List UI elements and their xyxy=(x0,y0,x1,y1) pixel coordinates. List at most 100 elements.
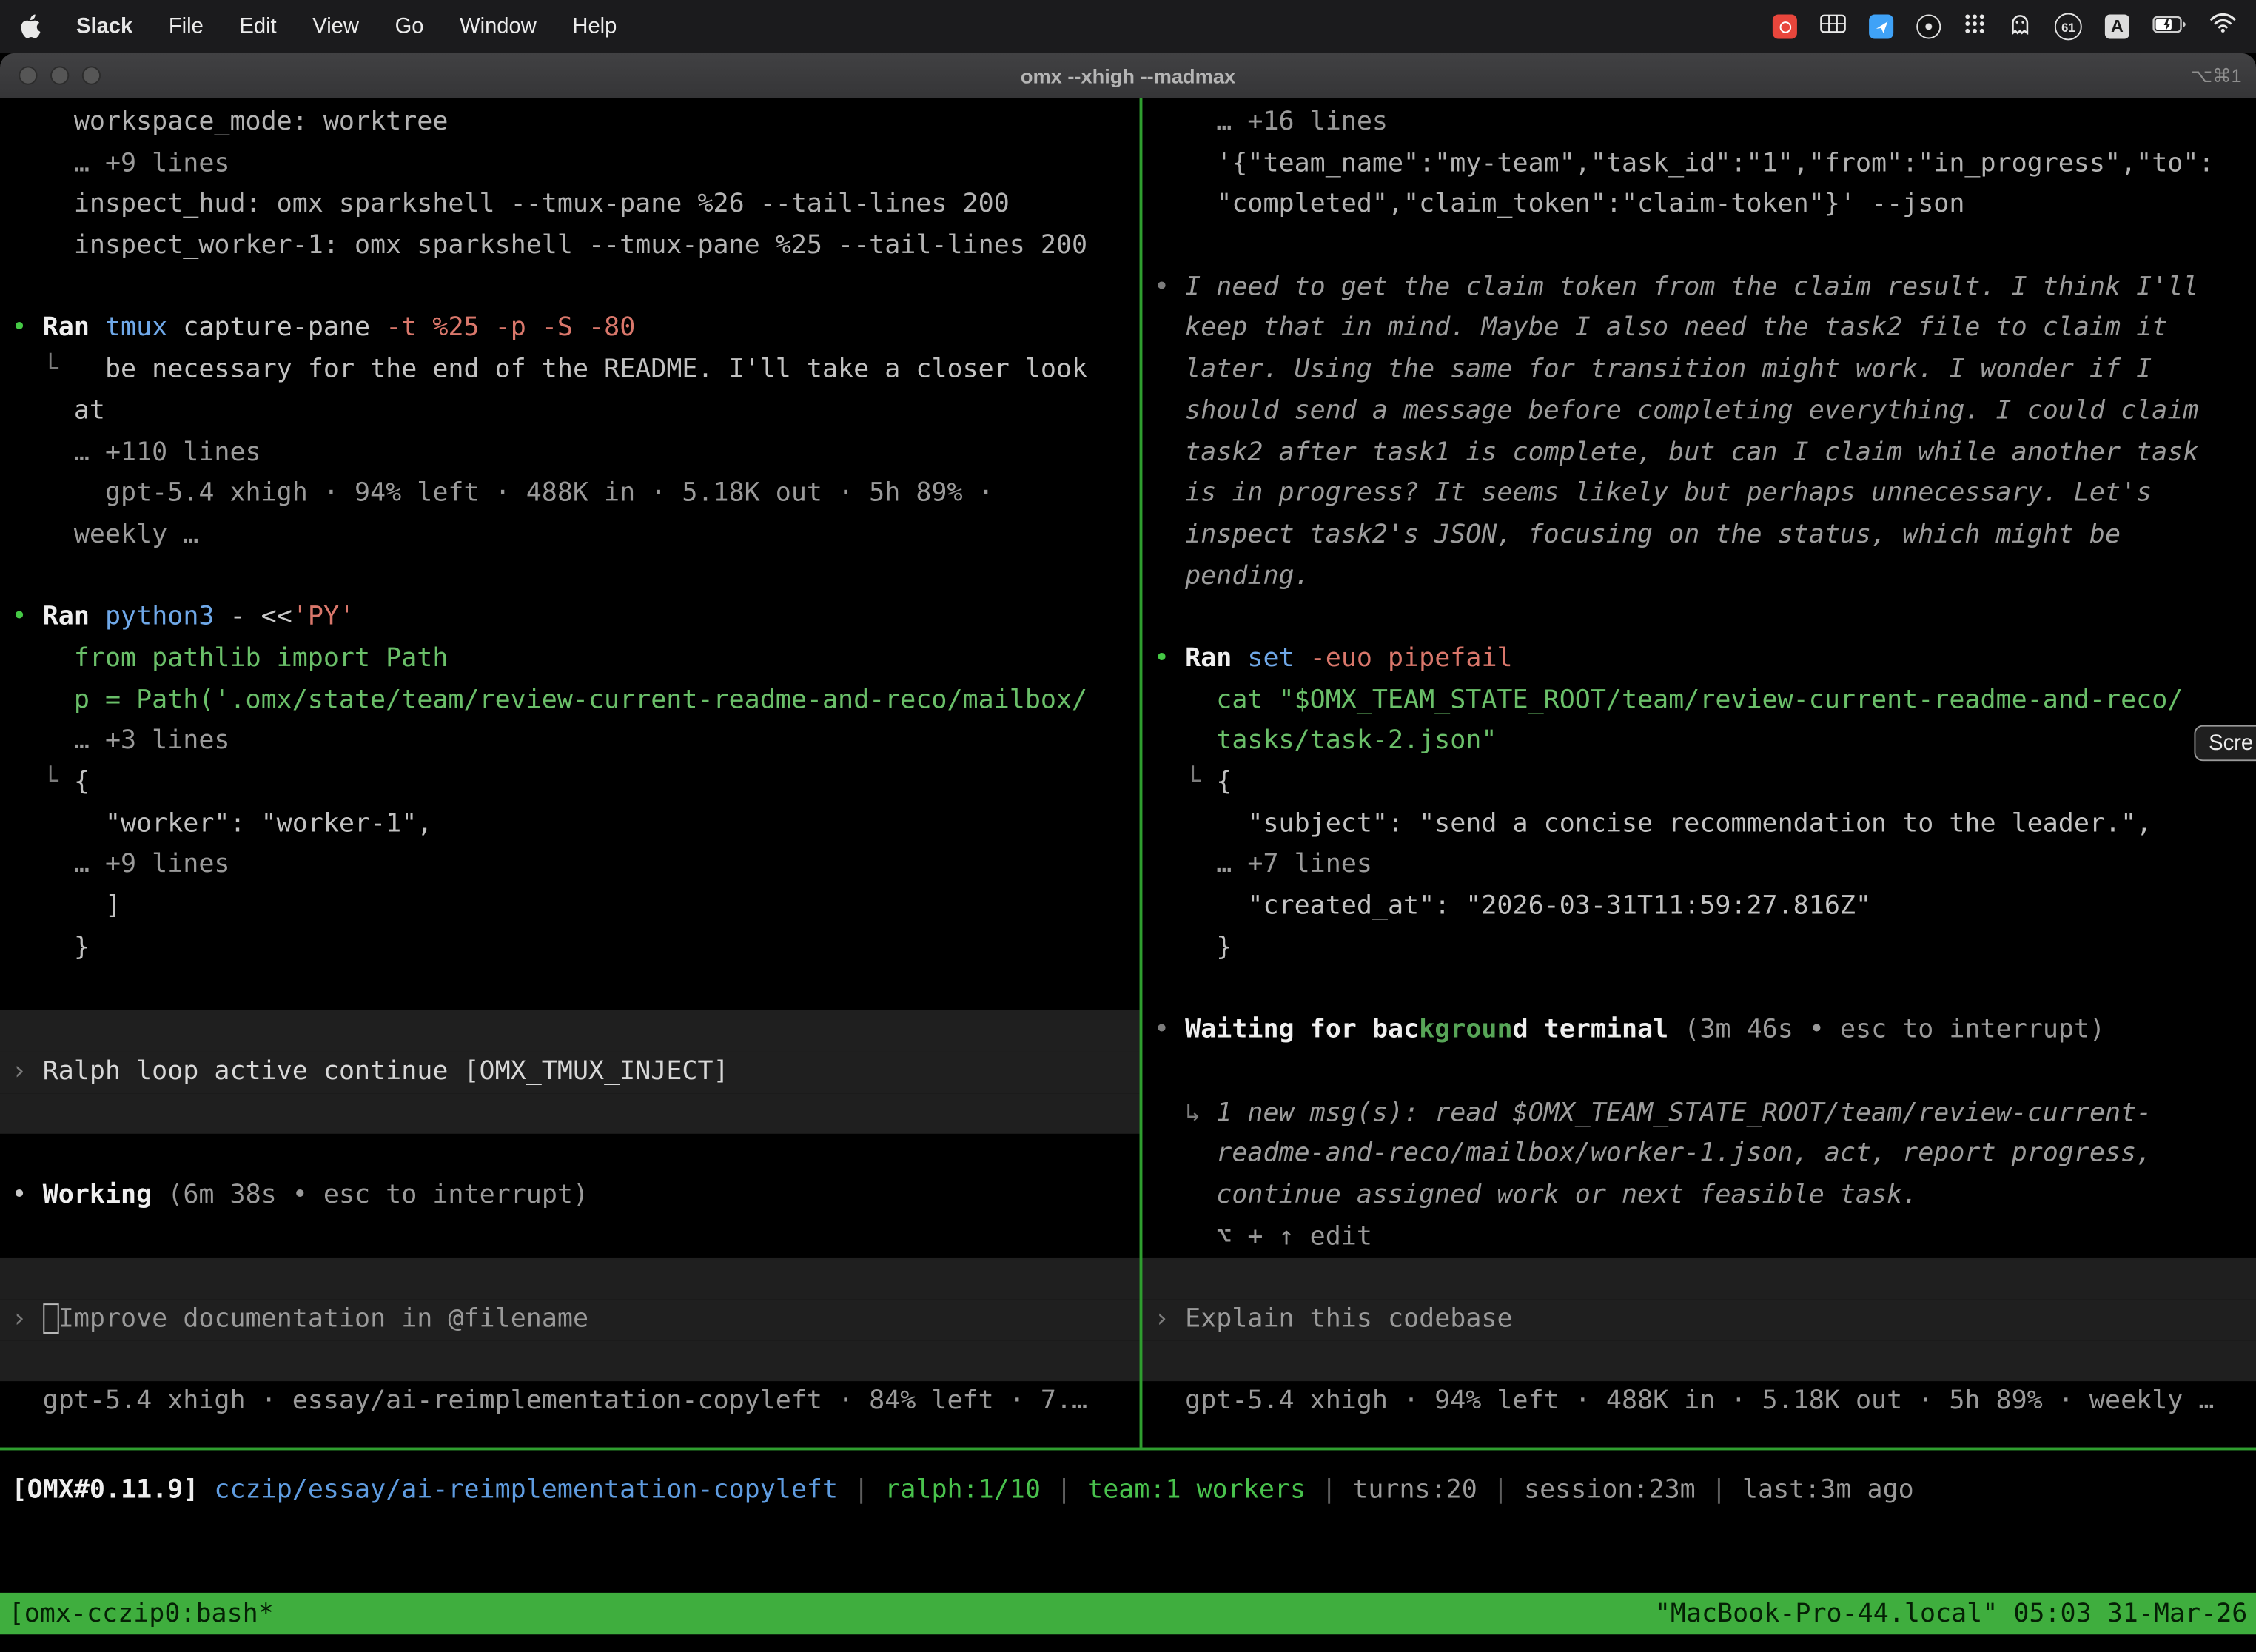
window-shortcut-badge: ⌥⌘1 xyxy=(2191,53,2241,98)
terminal-line: continue assigned work or next feasible … xyxy=(1142,1175,2256,1217)
menu-help[interactable]: Help xyxy=(572,14,617,38)
terminal-line: cat "$OMX_TEAM_STATE_ROOT/team/review-cu… xyxy=(1142,680,2256,722)
terminal-line: gpt-5.4 xhigh · 94% left · 488K in · 5.1… xyxy=(0,474,1140,515)
terminal-line xyxy=(0,1217,1140,1258)
terminal-line: p = Path('.omx/state/team/review-current… xyxy=(0,680,1140,722)
terminal-line: from pathlib import Path xyxy=(0,639,1140,680)
menu-file[interactable]: File xyxy=(169,14,204,38)
tmux-vertical-pane-divider[interactable] xyxy=(1140,98,1143,1447)
terminal-line: ⌥ + ↑ edit xyxy=(1142,1217,2256,1258)
terminal-line: • Ran tmux capture-pane -t %25 -p -S -80 xyxy=(0,309,1140,350)
terminal-line xyxy=(0,969,1140,1010)
terminal-line: • I need to get the claim token from the… xyxy=(1142,267,2256,309)
terminal-line: … +3 lines xyxy=(0,721,1140,762)
terminal-line xyxy=(0,1258,1140,1299)
terminal-line xyxy=(1142,226,2256,267)
battery-percentage-icon[interactable]: 61 xyxy=(2055,13,2082,40)
ghost-icon[interactable] xyxy=(2009,12,2032,42)
traffic-lights xyxy=(19,66,101,84)
blue-app-icon[interactable] xyxy=(1869,14,1893,38)
wifi-icon[interactable] xyxy=(2210,13,2236,40)
terminal-line: "worker": "worker-1", xyxy=(0,804,1140,845)
menu-bar: Slack File Edit View Go Window Help 61 xyxy=(0,0,2256,53)
screen: Slack File Edit View Go Window Help 61 xyxy=(0,0,2256,1652)
terminal-line xyxy=(1142,969,2256,1010)
terminal-line: readme-and-reco/mailbox/worker-1.json, a… xyxy=(1142,1134,2256,1175)
terminal-line: └ be necessary for the end of the README… xyxy=(0,350,1140,392)
terminal-line xyxy=(0,556,1140,597)
terminal-line: ] xyxy=(0,887,1140,928)
terminal-line: later. Using the same for transition mig… xyxy=(1142,350,2256,392)
terminal-line: gpt-5.4 xhigh · 94% left · 488K in · 5.1… xyxy=(1142,1382,2256,1423)
left-composer-row[interactable]: › Ralph loop active continue [OMX_TMUX_I… xyxy=(0,1052,1140,1093)
disc-icon[interactable] xyxy=(1916,14,1941,38)
tmux-pane-left[interactable]: workspace_mode: worktree … +9 lines insp… xyxy=(0,98,1140,1447)
terminal-line: keep that in mind. Maybe I also need the… xyxy=(1142,309,2256,350)
tmux-pane-right[interactable]: … +16 lines '{"team_name":"my-team","tas… xyxy=(1142,98,2256,1447)
terminal-line: weekly … xyxy=(0,515,1140,557)
screen-recording-icon[interactable] xyxy=(1773,14,1797,38)
terminal-line xyxy=(0,1134,1140,1175)
terminal-line: • Ran set -euo pipefail xyxy=(1142,639,2256,680)
tmux-horizontal-pane-divider[interactable] xyxy=(0,1448,2256,1451)
terminal-line xyxy=(1142,597,2256,639)
terminal-line: inspect_hud: omx sparkshell --tmux-pane … xyxy=(0,185,1140,226)
terminal-line xyxy=(0,1092,1140,1134)
terminal-line xyxy=(0,1010,1140,1052)
tmux-host-clock: "MacBook-Pro-44.local" 05:03 31-Mar-26 xyxy=(1655,1599,2248,1629)
terminal-line: "completed","claim_token":"claim-token"}… xyxy=(1142,185,2256,226)
tmux-session-window: [omx-cczip0:bash* xyxy=(9,1599,274,1629)
menu-edit[interactable]: Edit xyxy=(239,14,276,38)
terminal-line: └ { xyxy=(0,762,1140,804)
terminal-line xyxy=(1142,1052,2256,1093)
terminal-line: is in progress? It seems likely but perh… xyxy=(1142,474,2256,515)
terminal-line xyxy=(1142,1258,2256,1299)
terminal-line: inspect task2's JSON, focusing on the st… xyxy=(1142,515,2256,557)
terminal-line: inspect_worker-1: omx sparkshell --tmux-… xyxy=(0,226,1140,267)
terminal-line: gpt-5.4 xhigh · essay/ai-reimplementatio… xyxy=(0,1382,1140,1423)
dots-grid-icon[interactable] xyxy=(1964,13,1985,41)
terminal-line: … +110 lines xyxy=(0,432,1140,474)
edge-tooltip: Scre xyxy=(2195,725,2256,762)
input-source-icon[interactable]: A xyxy=(2105,14,2129,38)
terminal-line xyxy=(1142,1340,2256,1382)
terminal-line: at xyxy=(0,391,1140,432)
terminal-line: … +9 lines xyxy=(0,144,1140,185)
terminal-line xyxy=(0,1340,1140,1382)
right-input-row[interactable]: › Explain this codebase xyxy=(1142,1299,2256,1340)
battery-percentage-value: 61 xyxy=(2061,19,2075,33)
window-title: omx --xhigh --madmax xyxy=(1021,64,1235,87)
terminal-line: pending. xyxy=(1142,556,2256,597)
active-app-menu[interactable]: Slack xyxy=(76,14,132,38)
omx-hud-pane: [OMX#0.11.9] cczip/essay/ai-reimplementa… xyxy=(0,1450,2256,1592)
window-title-bar: omx --xhigh --madmax ⌥⌘1 xyxy=(0,53,2256,98)
terminal-line: workspace_mode: worktree xyxy=(0,102,1140,144)
left-input-row[interactable]: › Improve documentation in @filename xyxy=(0,1299,1140,1340)
terminal-line: … +16 lines xyxy=(1142,102,2256,144)
minimize-button[interactable] xyxy=(50,66,69,84)
terminal-line: "created_at": "2026-03-31T11:59:27.816Z" xyxy=(1142,887,2256,928)
terminal-line: • Ran python3 - <<'PY' xyxy=(0,597,1140,639)
terminal-line: └ { xyxy=(1142,762,2256,804)
battery-charging-icon[interactable] xyxy=(2152,13,2187,39)
terminal-line: '{"team_name":"my-team","task_id":"1","f… xyxy=(1142,144,2256,185)
terminal-line: "subject": "send a concise recommendatio… xyxy=(1142,804,2256,845)
apple-menu-icon[interactable] xyxy=(20,14,40,38)
grid-icon[interactable] xyxy=(1820,13,1846,39)
terminal-line: • Waiting for background terminal (3m 46… xyxy=(1142,1010,2256,1052)
terminal-line: } xyxy=(0,927,1140,969)
terminal-line: … +7 lines xyxy=(1142,845,2256,887)
terminal-line: ↳ 1 new msg(s): read $OMX_TEAM_STATE_ROO… xyxy=(1142,1092,2256,1134)
zoom-button[interactable] xyxy=(82,66,101,84)
terminal-line xyxy=(0,267,1140,309)
menu-window[interactable]: Window xyxy=(460,14,537,38)
edge-tooltip-text: Scre xyxy=(2209,731,2253,755)
menu-view[interactable]: View xyxy=(312,14,359,38)
terminal-line: task2 after task1 is complete, but can I… xyxy=(1142,432,2256,474)
terminal-line: should send a message before completing … xyxy=(1142,391,2256,432)
tmux-status-bar: [omx-cczip0:bash* "MacBook-Pro-44.local"… xyxy=(0,1593,2256,1634)
close-button[interactable] xyxy=(19,66,37,84)
menu-go[interactable]: Go xyxy=(395,14,424,38)
terminal-line: • Working (6m 38s • esc to interrupt) xyxy=(0,1175,1140,1217)
terminal-line: … +9 lines xyxy=(0,845,1140,887)
